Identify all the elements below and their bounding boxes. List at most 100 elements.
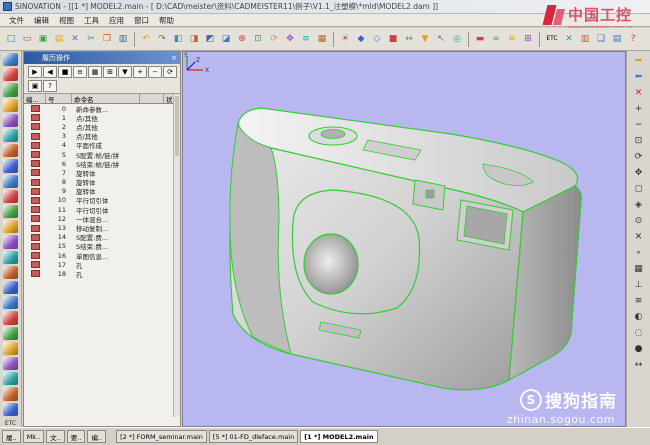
history-refresh-icon[interactable]: ⟳ [163,66,177,78]
bottom-tab[interactable]: 编.. [87,430,107,443]
history-row[interactable]: 18 孔 [24,269,180,279]
history-list-icon[interactable]: ≡ [73,66,87,78]
menu-item-0[interactable]: 文件 [4,15,29,26]
bottom-tab[interactable]: 履.. [2,430,21,443]
view-iso-icon[interactable]: ◪ [219,32,233,46]
column-header-number[interactable]: 号 [46,94,72,104]
redo-icon[interactable]: ↷ [155,32,169,46]
sketch-icon[interactable] [3,357,18,371]
delete-icon[interactable]: ✕ [68,32,82,46]
zoom-icon[interactable]: ⊕ [235,32,249,46]
save-icon[interactable]: ▣ [36,32,50,46]
menu-item-6[interactable]: 帮助 [154,15,179,26]
close-x-icon[interactable]: ✕ [632,86,646,99]
arrow-left-icon[interactable]: ⬅ [632,70,646,83]
point-icon[interactable] [3,387,18,401]
menu-item-1[interactable]: 编辑 [29,15,54,26]
draft-icon[interactable] [3,174,18,188]
rotate-icon[interactable]: ⟳ [632,150,646,163]
layer-icon[interactable]: ≡ [299,32,313,46]
zoom-out-icon[interactable]: − [632,118,646,131]
close-x-icon[interactable]: ✕ [562,32,576,46]
history-lock-icon[interactable]: ▣ [28,79,42,92]
fillet-icon[interactable] [3,129,18,143]
section-icon[interactable]: ▬ [473,32,487,46]
tile-icon[interactable]: ▥ [578,32,592,46]
snap-end-icon[interactable]: ◻ [632,182,646,195]
zoom-in-icon[interactable]: + [632,102,646,115]
grid-icon[interactable]: ▦ [315,32,329,46]
bottom-tab[interactable]: Mk.. [22,430,45,443]
extrude-icon[interactable] [3,68,18,82]
sweep-icon[interactable] [3,98,18,112]
arrange-icon[interactable]: ▤ [610,32,624,46]
bottom-tab[interactable]: 文.. [46,430,65,443]
loft-icon[interactable] [3,113,18,128]
arrow-right-icon[interactable]: ➡ [632,54,646,67]
history-filter-icon[interactable]: ▼ [118,66,132,78]
column-header-edit[interactable]: 编... [24,94,46,104]
bottom-tab[interactable]: 要.. [66,430,86,443]
wireframe-icon[interactable]: ◇ [370,32,384,46]
etc-icon[interactable]: ETC [544,32,560,46]
open-icon[interactable]: ▭ [20,32,34,46]
fit-window-icon[interactable]: ⊡ [632,134,646,147]
history-panel-close-button[interactable]: × [171,54,177,62]
shade-icon[interactable]: ■ [386,32,400,46]
menu-item-2[interactable]: 视图 [54,15,79,26]
analysis-icon[interactable]: ≋ [505,32,519,46]
binocular-icon[interactable]: ∞ [489,32,503,46]
render-icon[interactable]: ◆ [354,32,368,46]
filter-icon[interactable]: ▼ [418,32,432,46]
pan-icon[interactable]: ✥ [632,166,646,179]
light-icon[interactable]: ☀ [338,32,352,46]
blend-icon[interactable] [3,250,18,264]
revolve-icon[interactable] [3,83,18,97]
tree-icon[interactable]: ⊞ [521,32,535,46]
column-header-blank[interactable] [140,94,164,103]
sew-icon[interactable] [3,296,18,310]
paste-icon[interactable]: ▥ [116,32,130,46]
snap-icon[interactable]: ◎ [450,32,464,46]
history-panel-scrollbar[interactable] [173,94,180,417]
transform-icon[interactable] [3,341,18,356]
snap-near-icon[interactable]: ∘ [632,246,646,259]
select-icon[interactable]: ↖ [434,32,448,46]
undo-icon[interactable]: ↶ [139,32,153,46]
pan-icon[interactable]: ✥ [283,32,297,46]
fit-icon[interactable]: ⊡ [251,32,265,46]
split-icon[interactable] [3,205,18,219]
history-help-icon[interactable]: ? [43,79,57,92]
bottom-tab[interactable]: [5 *] 01-FD_dleface.main [208,430,299,443]
copy-icon[interactable]: ❐ [100,32,114,46]
history-play-icon[interactable]: ▶ [28,66,42,78]
history-expand-icon[interactable]: + [133,66,147,78]
view-front-icon[interactable]: ◧ [171,32,185,46]
curve-icon[interactable] [3,372,18,386]
snap-mid-icon[interactable]: ◈ [632,198,646,211]
trim-icon[interactable] [3,265,18,280]
pattern-icon[interactable] [3,326,18,340]
view-right-icon[interactable]: ◩ [203,32,217,46]
history-tree-icon[interactable]: ⊞ [103,66,117,78]
history-grid-icon[interactable]: ▦ [88,66,102,78]
left-strip-etc-button[interactable]: ETC [5,420,16,427]
print-icon[interactable]: ▤ [52,32,66,46]
3d-viewport[interactable]: X Y Z S 搜狗指南 zhinan.sogou.com [182,51,626,427]
layer-icon[interactable]: ≡ [632,294,646,307]
menu-item-4[interactable]: 应用 [104,15,129,26]
cascade-icon[interactable]: ❏ [594,32,608,46]
menu-item-3[interactable]: 工具 [79,15,104,26]
rotate-icon[interactable]: ⟳ [267,32,281,46]
measure-icon[interactable]: ↔ [402,32,416,46]
history-stop-icon[interactable]: ■ [58,66,72,78]
surface-icon[interactable] [3,235,18,249]
bottom-tab[interactable]: [2 *] FORM_seminar.main [116,430,207,443]
mirror-icon[interactable] [3,311,18,325]
chamfer-icon[interactable] [3,144,18,158]
history-step-back-icon[interactable]: ◀ [43,66,57,78]
show-icon[interactable]: ● [632,342,646,355]
ortho-icon[interactable]: ⊥ [632,278,646,291]
offset-icon[interactable] [3,220,18,234]
new-icon[interactable]: □ [4,32,18,46]
